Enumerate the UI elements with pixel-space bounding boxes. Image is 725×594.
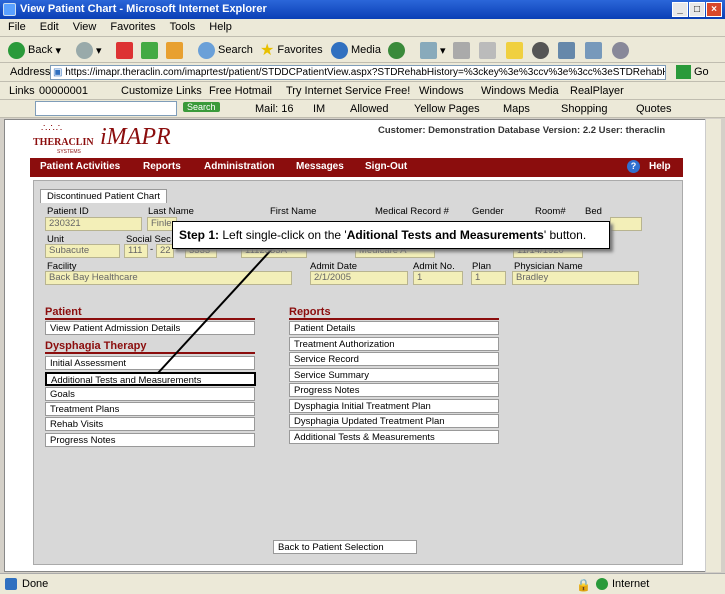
callout-step: Step 1: bbox=[179, 228, 220, 242]
globe-icon bbox=[596, 578, 608, 590]
callout-target: Aditional Tests and Measurements bbox=[346, 228, 544, 242]
callout-pointer bbox=[157, 248, 273, 374]
instruction-callout: Step 1: Left single-click on the 'Aditio… bbox=[172, 221, 610, 249]
page-status-icon bbox=[5, 578, 17, 590]
callout-post: ' button. bbox=[543, 228, 587, 242]
status-text: Done bbox=[22, 578, 49, 590]
zone-text: Internet bbox=[612, 578, 650, 590]
status-bar: Done 🔒 Internet bbox=[0, 573, 725, 594]
callout-pre: Left single-click on the ' bbox=[219, 228, 347, 242]
lock-icon: 🔒 bbox=[576, 578, 591, 592]
